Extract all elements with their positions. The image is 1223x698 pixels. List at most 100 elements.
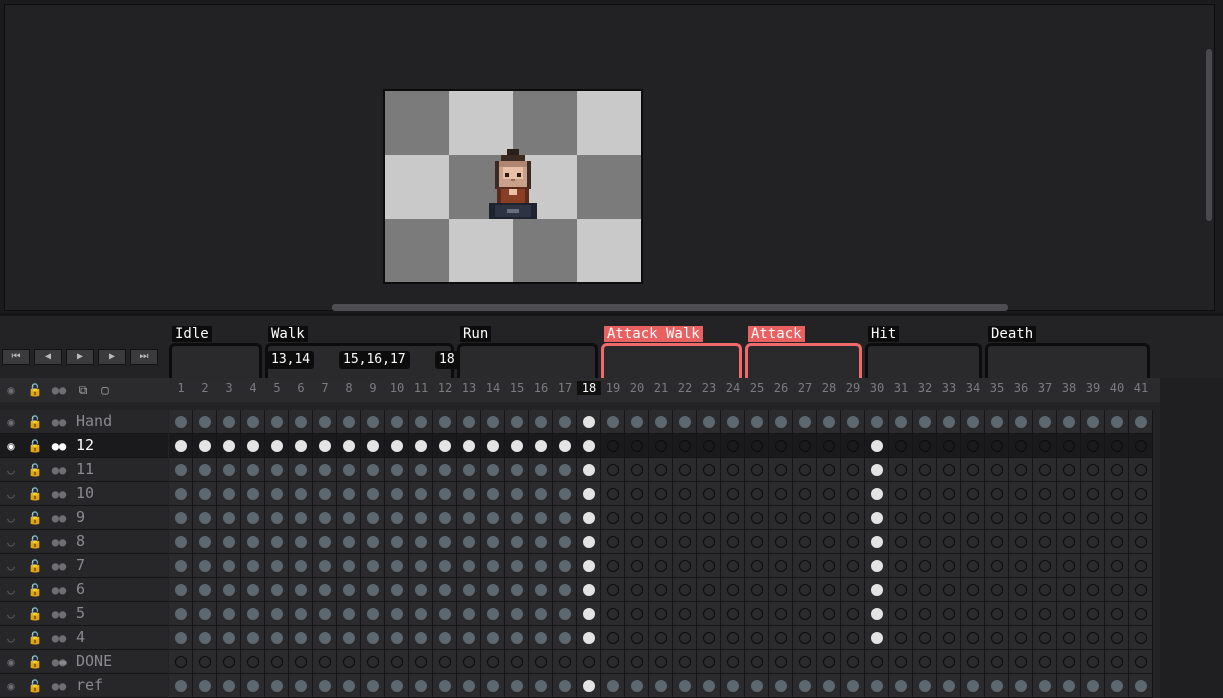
cel[interactable]: [1105, 626, 1129, 650]
cel[interactable]: [721, 434, 745, 458]
cel[interactable]: [913, 578, 937, 602]
onion-skin-outline-icon[interactable]: ▢: [96, 381, 114, 399]
frame-number[interactable]: 24: [721, 381, 745, 395]
cel[interactable]: [913, 530, 937, 554]
cel[interactable]: [409, 602, 433, 626]
cel[interactable]: [1057, 650, 1081, 674]
layer-controls[interactable]: ◉ 🔓 ●● 12: [0, 434, 168, 458]
cel[interactable]: [1033, 650, 1057, 674]
cel[interactable]: [361, 482, 385, 506]
cel[interactable]: [1057, 602, 1081, 626]
frame-number[interactable]: 18: [577, 381, 601, 395]
cel[interactable]: [481, 434, 505, 458]
frame-number[interactable]: 22: [673, 381, 697, 395]
layer-controls[interactable]: ◡ 🔓 ●● 11: [0, 458, 168, 482]
cel[interactable]: [241, 554, 265, 578]
cel[interactable]: [217, 650, 241, 674]
cel[interactable]: [553, 530, 577, 554]
layer-name[interactable]: 4: [76, 628, 85, 646]
cel[interactable]: [505, 458, 529, 482]
frame-number[interactable]: 15: [505, 381, 529, 395]
lock-icon[interactable]: 🔓: [26, 605, 44, 623]
layer-name[interactable]: 11: [76, 460, 94, 478]
cel[interactable]: [1009, 410, 1033, 434]
cel[interactable]: [841, 650, 865, 674]
cel[interactable]: [793, 650, 817, 674]
cel[interactable]: [865, 410, 889, 434]
frame-number[interactable]: 16: [529, 381, 553, 395]
cel[interactable]: [313, 674, 337, 698]
cel[interactable]: [1033, 674, 1057, 698]
cel[interactable]: [1129, 482, 1153, 506]
cel[interactable]: [841, 554, 865, 578]
cel[interactable]: [1105, 578, 1129, 602]
cel[interactable]: [577, 602, 601, 626]
cel[interactable]: [409, 434, 433, 458]
cel[interactable]: [217, 602, 241, 626]
frame-number[interactable]: 1: [169, 381, 193, 395]
cel[interactable]: [1057, 458, 1081, 482]
cel[interactable]: [841, 458, 865, 482]
cel[interactable]: [841, 482, 865, 506]
cel[interactable]: [745, 554, 769, 578]
cel[interactable]: [697, 554, 721, 578]
cel[interactable]: [313, 650, 337, 674]
cel[interactable]: [817, 650, 841, 674]
cel[interactable]: [985, 578, 1009, 602]
cel[interactable]: [649, 578, 673, 602]
cel[interactable]: [409, 482, 433, 506]
frame-number[interactable]: 5: [265, 381, 289, 395]
cel[interactable]: [385, 530, 409, 554]
cel[interactable]: [265, 506, 289, 530]
cel[interactable]: [265, 410, 289, 434]
cel[interactable]: [913, 482, 937, 506]
cel[interactable]: [985, 602, 1009, 626]
cel[interactable]: [697, 506, 721, 530]
cel[interactable]: [649, 506, 673, 530]
frame-number[interactable]: 26: [769, 381, 793, 395]
cel[interactable]: [625, 482, 649, 506]
cel[interactable]: [385, 554, 409, 578]
cel[interactable]: [985, 434, 1009, 458]
cel[interactable]: [553, 578, 577, 602]
frame-number[interactable]: 35: [985, 381, 1009, 395]
cel[interactable]: [625, 458, 649, 482]
cel[interactable]: [169, 554, 193, 578]
cel[interactable]: [673, 458, 697, 482]
layer-controls[interactable]: ◡ 🔓 ●● 4: [0, 626, 168, 650]
cel[interactable]: [337, 458, 361, 482]
cel[interactable]: [409, 506, 433, 530]
cel[interactable]: [1057, 434, 1081, 458]
cel[interactable]: [745, 482, 769, 506]
lock-icon[interactable]: 🔓: [26, 461, 44, 479]
frame-number[interactable]: 8: [337, 381, 361, 395]
cel[interactable]: [361, 458, 385, 482]
cel[interactable]: [313, 482, 337, 506]
frame-number[interactable]: 14: [481, 381, 505, 395]
eye-icon[interactable]: ◉: [2, 677, 20, 695]
cel[interactable]: [505, 482, 529, 506]
cel[interactable]: [913, 650, 937, 674]
cel[interactable]: [193, 458, 217, 482]
frame-number[interactable]: 28: [817, 381, 841, 395]
cel[interactable]: [1057, 674, 1081, 698]
layer-row[interactable]: ◉ 🔓 ●● 12: [0, 434, 1160, 458]
cel[interactable]: [985, 674, 1009, 698]
cel[interactable]: [865, 626, 889, 650]
cel[interactable]: [625, 434, 649, 458]
cel[interactable]: [625, 410, 649, 434]
cel[interactable]: [769, 458, 793, 482]
cel[interactable]: [673, 530, 697, 554]
cel[interactable]: [1129, 578, 1153, 602]
cel[interactable]: [457, 410, 481, 434]
cel[interactable]: [1057, 482, 1081, 506]
cel[interactable]: [721, 506, 745, 530]
cel[interactable]: [673, 482, 697, 506]
layer-name[interactable]: ref: [76, 676, 103, 694]
cel[interactable]: [865, 434, 889, 458]
frame-number[interactable]: 36: [1009, 381, 1033, 395]
cel[interactable]: [1057, 410, 1081, 434]
cel[interactable]: [673, 674, 697, 698]
frame-number[interactable]: 40: [1105, 381, 1129, 395]
cel[interactable]: [481, 626, 505, 650]
